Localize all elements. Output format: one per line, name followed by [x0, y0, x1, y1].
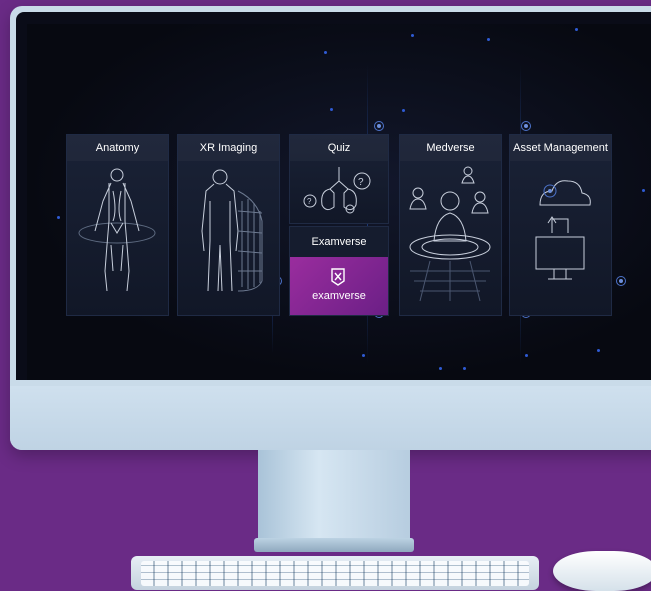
tile-examverse-label: Examverse	[311, 236, 367, 248]
network-dot	[411, 34, 414, 37]
tile-anatomy-label: Anatomy	[67, 135, 168, 161]
monitor-stand-base	[254, 538, 414, 552]
network-dot	[487, 38, 490, 41]
xr-scan-body-icon	[201, 169, 263, 292]
network-dot	[597, 349, 600, 352]
svg-text:?: ?	[358, 177, 364, 188]
network-dot	[525, 354, 528, 357]
network-dot	[575, 28, 578, 31]
cloud-monitor-icon	[535, 180, 591, 280]
network-dot	[402, 109, 405, 112]
network-node	[374, 121, 384, 131]
svg-text:?: ?	[307, 197, 312, 206]
tile-medverse-label: Medverse	[400, 135, 501, 161]
monitor-chin	[10, 386, 651, 450]
mouse	[553, 551, 651, 591]
tile-xr-imaging-label: XR Imaging	[178, 135, 279, 161]
tile-examverse[interactable]: Examverse examverse	[289, 226, 389, 316]
examverse-logo: examverse	[290, 257, 388, 315]
examverse-x-icon	[331, 268, 345, 286]
examverse-logo-text: examverse	[312, 290, 366, 302]
tile-medverse[interactable]: Medverse	[399, 134, 502, 316]
network-dot	[463, 367, 466, 370]
network-node	[616, 276, 626, 286]
anatomy-body-icon	[78, 168, 156, 292]
network-dot	[439, 367, 442, 370]
tile-xr-imaging[interactable]: XR Imaging	[177, 134, 280, 316]
network-node	[521, 121, 531, 131]
lungs-quiz-icon: ? ?	[303, 167, 371, 214]
monitor-stand	[258, 450, 410, 542]
network-dot	[642, 189, 645, 192]
network-dot	[362, 354, 365, 357]
network-dot	[57, 216, 60, 219]
screen: Anatomy XR Imaging Quiz ? ? Examverse ex…	[27, 24, 651, 380]
tile-quiz[interactable]: Quiz ? ?	[289, 134, 389, 224]
tile-anatomy[interactable]: Anatomy	[66, 134, 169, 316]
medverse-avatars-icon	[409, 166, 491, 302]
network-dot	[324, 51, 327, 54]
network-dot	[330, 108, 333, 111]
keyboard	[131, 556, 539, 590]
monitor: Anatomy XR Imaging Quiz ? ? Examverse ex…	[10, 6, 651, 450]
keyboard-keys	[141, 561, 529, 586]
tile-asset-management[interactable]: Asset Management	[509, 134, 612, 316]
tile-asset-management-label: Asset Management	[510, 135, 611, 161]
screen-bezel: Anatomy XR Imaging Quiz ? ? Examverse ex…	[16, 12, 651, 380]
tile-quiz-label: Quiz	[290, 135, 388, 161]
